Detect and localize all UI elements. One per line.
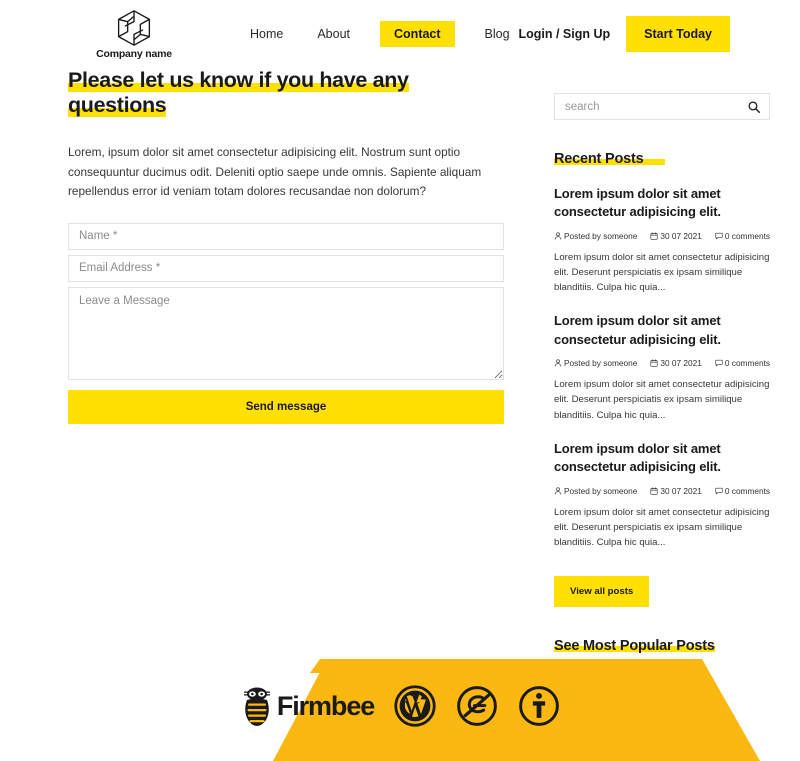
post-comments-text: 0 comments	[724, 230, 771, 241]
contact-form: Send message	[68, 222, 504, 424]
comment-icon	[715, 360, 723, 367]
site-header: Company name Home About Contact Blog Log…	[0, 0, 800, 68]
nav-item-contact[interactable]: Contact	[380, 21, 455, 47]
view-all-wrap: View all posts	[554, 550, 770, 608]
popular-posts-heading: See Most Popular Posts	[554, 638, 715, 654]
post-item: Lorem ipsum dolor sit amet consectetur a…	[554, 440, 770, 550]
post-author: Posted by someone	[554, 358, 637, 368]
comment-icon	[715, 487, 723, 494]
post-date-text: 30 07 2021	[660, 358, 702, 369]
post-comments-text: 0 comments	[724, 485, 771, 496]
recent-posts-heading: Recent Posts	[554, 151, 666, 167]
name-input[interactable]	[68, 222, 504, 250]
main-nav: Home About Contact Blog	[246, 21, 514, 47]
recent-posts-heading-text: Recent Posts	[554, 151, 644, 167]
search-input[interactable]	[555, 94, 744, 119]
brand-logo[interactable]: Company name	[86, 9, 182, 60]
post-date-text: 30 07 2021	[660, 485, 702, 496]
page-title-wrap: Please let us know if you have any quest…	[68, 68, 504, 117]
view-all-posts-button[interactable]: View all posts	[554, 576, 650, 608]
search-box	[554, 93, 770, 120]
site-footer: Firmbee	[0, 651, 800, 761]
nav-item-blog[interactable]: Blog	[481, 21, 514, 47]
post-comments-text: 0 comments	[724, 358, 771, 369]
post-excerpt: Lorem ipsum dolor sit amet consectetur a…	[554, 251, 770, 294]
user-icon	[554, 487, 562, 495]
post-author-text: Posted by someone	[564, 358, 638, 369]
header-actions: Login / Sign Up Start Today	[519, 16, 730, 52]
envato-elements-icon[interactable]	[456, 685, 498, 727]
search-icon	[748, 100, 760, 113]
message-textarea[interactable]	[68, 286, 504, 380]
post-comments: 0 comments	[715, 231, 770, 241]
post-title[interactable]: Lorem ipsum dolor sit amet consectetur a…	[554, 185, 770, 222]
calendar-icon	[650, 487, 658, 495]
post-date: 30 07 2021	[650, 486, 702, 496]
popular-posts-heading-text: See Most Popular Posts	[554, 638, 715, 655]
calendar-icon	[650, 232, 658, 240]
post-date: 30 07 2021	[650, 231, 702, 241]
post-item: Lorem ipsum dolor sit amet consectetur a…	[554, 312, 770, 422]
post-date: 30 07 2021	[650, 358, 702, 368]
post-title[interactable]: Lorem ipsum dolor sit amet consectetur a…	[554, 312, 770, 349]
user-icon	[554, 359, 562, 367]
search-button[interactable]	[744, 94, 769, 119]
post-comments: 0 comments	[715, 358, 770, 368]
post-author-text: Posted by someone	[564, 230, 638, 241]
post-meta: Posted by someone 30 07 2021 0 comments	[554, 231, 770, 241]
login-signup-link[interactable]: Login / Sign Up	[519, 27, 611, 41]
main-column: Please let us know if you have any quest…	[68, 68, 504, 424]
email-input[interactable]	[68, 254, 504, 282]
accessibility-icon[interactable]	[518, 685, 560, 727]
wordpress-icon[interactable]	[394, 685, 436, 727]
user-icon	[554, 232, 562, 240]
post-author: Posted by someone	[554, 231, 637, 241]
brand-name: Company name	[96, 47, 172, 60]
post-author-text: Posted by someone	[564, 485, 638, 496]
calendar-icon	[650, 359, 658, 367]
post-meta: Posted by someone 30 07 2021 0 comments	[554, 486, 770, 496]
post-excerpt: Lorem ipsum dolor sit amet consectetur a…	[554, 506, 770, 548]
firmbee-wordmark: Firmbee	[276, 690, 375, 721]
post-author: Posted by someone	[554, 486, 637, 496]
intro-paragraph: Lorem, ipsum dolor sit amet consectetur …	[68, 145, 482, 198]
post-title[interactable]: Lorem ipsum dolor sit amet consectetur a…	[554, 440, 770, 477]
start-today-button[interactable]: Start Today	[626, 16, 730, 52]
page-body: Please let us know if you have any quest…	[0, 68, 800, 655]
footer-logo-row: Firmbee	[0, 651, 800, 761]
post-comments: 0 comments	[715, 486, 770, 496]
post-date-text: 30 07 2021	[660, 230, 702, 241]
firmbee-logo[interactable]: Firmbee	[240, 685, 375, 727]
post-item: Lorem ipsum dolor sit amet consectetur a…	[554, 185, 770, 295]
popular-heading-wrap: See Most Popular Posts	[554, 607, 770, 655]
comment-icon	[715, 232, 723, 240]
sidebar: Recent Posts Lorem ipsum dolor sit amet …	[554, 68, 770, 655]
page-title: Please let us know if you have any quest…	[68, 68, 409, 117]
post-excerpt: Lorem ipsum dolor sit amet consectetur a…	[554, 379, 770, 421]
firmbee-bee-icon	[243, 687, 270, 726]
recent-posts-heading-wrap: Recent Posts	[554, 120, 770, 168]
hexagon-aperture-logo-icon	[117, 9, 151, 46]
post-meta: Posted by someone 30 07 2021 0 comments	[554, 358, 770, 368]
nav-item-home[interactable]: Home	[246, 21, 287, 47]
send-message-button[interactable]: Send message	[68, 389, 504, 424]
nav-item-about[interactable]: About	[313, 21, 354, 47]
